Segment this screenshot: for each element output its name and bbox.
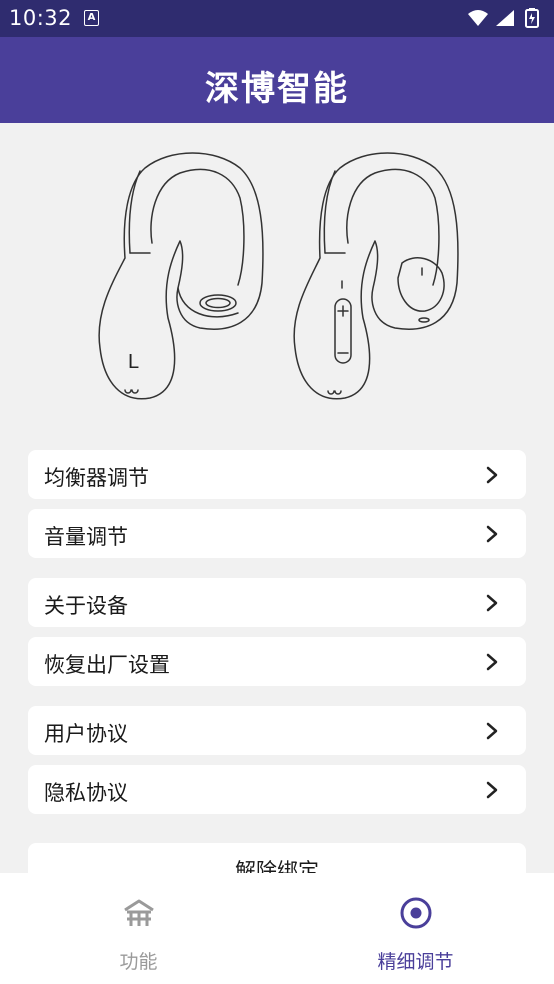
right-earphone xyxy=(293,152,459,400)
chevron-right-icon xyxy=(486,653,498,671)
nav-item-fine-tuning[interactable]: 精细调节 xyxy=(277,873,554,984)
menu-item-label: 恢复出厂设置 xyxy=(44,653,170,677)
a-notification-icon: A xyxy=(84,10,99,26)
menu-item-label: 均衡器调节 xyxy=(44,466,149,490)
menu-item-privacy-policy[interactable]: 隐私协议 xyxy=(28,765,526,814)
home-icon xyxy=(123,899,154,926)
left-earphone xyxy=(98,152,264,400)
status-time: 10:32 xyxy=(9,6,73,30)
left-marker: L xyxy=(128,351,139,373)
chevron-right-icon xyxy=(486,722,498,740)
app-bar: 深博智能 xyxy=(0,37,554,123)
menu-item-label: 用户协议 xyxy=(44,722,128,746)
signal-icon xyxy=(496,10,514,26)
status-icons xyxy=(468,8,539,28)
wifi-icon xyxy=(468,10,488,26)
page-title: 深博智能 xyxy=(205,69,349,109)
target-icon xyxy=(400,897,431,929)
menu-item-label: 隐私协议 xyxy=(44,781,128,805)
earphones-illustration: L xyxy=(98,152,459,400)
battery-icon xyxy=(525,8,539,28)
menu-item-volume[interactable]: 音量调节 xyxy=(28,509,526,558)
chevron-right-icon xyxy=(486,466,498,484)
chevron-right-icon xyxy=(486,525,498,543)
menu-item-label: 音量调节 xyxy=(44,525,128,549)
chevron-right-icon xyxy=(486,594,498,612)
menu-item-about-device[interactable]: 关于设备 xyxy=(28,578,526,627)
menu-item-label: 关于设备 xyxy=(44,594,128,618)
bottom-nav: 功能 精细调节 xyxy=(0,873,554,984)
nav-item-features[interactable]: 功能 xyxy=(0,873,277,984)
menu-item-factory-reset[interactable]: 恢复出厂设置 xyxy=(28,637,526,686)
chevron-right-icon xyxy=(486,781,498,799)
status-bar: 10:32 A xyxy=(0,0,554,37)
nav-label: 精细调节 xyxy=(377,951,454,973)
nav-label: 功能 xyxy=(119,951,158,973)
menu-item-equalizer[interactable]: 均衡器调节 xyxy=(28,450,526,499)
menu-item-user-agreement[interactable]: 用户协议 xyxy=(28,706,526,755)
